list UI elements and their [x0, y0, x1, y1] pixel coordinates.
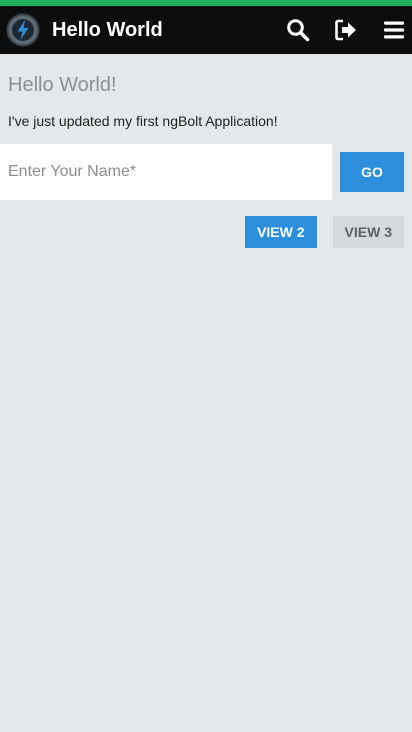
- search-button[interactable]: [286, 18, 310, 42]
- view-buttons: VIEW 2 VIEW 3: [0, 216, 412, 248]
- menu-button[interactable]: [382, 18, 406, 42]
- search-icon: [287, 19, 310, 42]
- view-3-button[interactable]: VIEW 3: [332, 216, 404, 248]
- sign-out-button[interactable]: [334, 18, 358, 42]
- page-message: I've just updated my first ngBolt Applic…: [8, 113, 278, 129]
- page-title: Hello World!: [8, 74, 117, 96]
- main-content: Hello World! I've just updated my first …: [0, 72, 412, 248]
- bolt-logo-icon[interactable]: [6, 13, 40, 47]
- sign-out-icon: [335, 19, 356, 41]
- view-2-button[interactable]: VIEW 2: [245, 216, 317, 248]
- app-bar: Hello World: [0, 6, 412, 54]
- go-button[interactable]: GO: [340, 152, 404, 192]
- hamburger-menu-icon: [384, 21, 404, 39]
- appbar-actions: [286, 18, 406, 42]
- name-form: GO: [0, 144, 412, 200]
- app-title: Hello World: [52, 18, 163, 41]
- name-input[interactable]: [0, 144, 332, 200]
